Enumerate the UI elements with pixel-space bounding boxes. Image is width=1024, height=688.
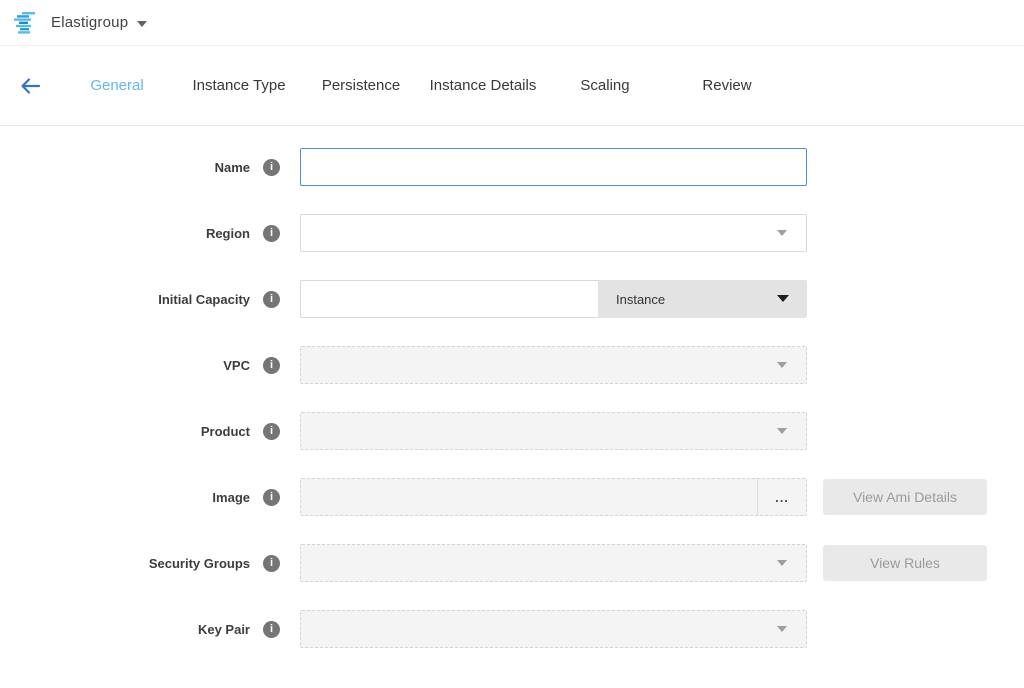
initial-capacity-input[interactable] (300, 280, 598, 318)
form-row-name: Name i (0, 148, 1024, 186)
chevron-down-icon (777, 428, 787, 434)
wizard-step-nav: General Instance Type Persistence Instan… (0, 46, 1024, 126)
product-select[interactable] (300, 412, 807, 450)
back-button[interactable] (16, 72, 44, 100)
initial-capacity-label: Initial Capacity (0, 292, 250, 307)
name-input[interactable] (300, 148, 807, 186)
security-groups-label: Security Groups (0, 556, 250, 571)
image-picker-value (301, 479, 757, 515)
product-label: Product (0, 424, 250, 439)
info-icon[interactable]: i (263, 423, 280, 440)
chevron-down-icon (777, 560, 787, 566)
form-row-product: Product i (0, 412, 1024, 450)
tab-instance-type[interactable]: Instance Type (178, 77, 300, 94)
info-icon[interactable]: i (263, 489, 280, 506)
chevron-down-icon (777, 362, 787, 368)
general-settings-form: Name i Region i Initial Capacity i Insta… (0, 126, 1024, 648)
form-row-region: Region i (0, 214, 1024, 252)
form-row-security-groups: Security Groups i View Rules (0, 544, 1024, 582)
top-bar: Elastigroup (0, 0, 1024, 46)
region-label: Region (0, 226, 250, 241)
tab-scaling[interactable]: Scaling (544, 77, 666, 94)
info-icon[interactable]: i (263, 357, 280, 374)
chevron-down-icon (137, 21, 147, 27)
arrow-left-icon (18, 74, 42, 98)
security-groups-select[interactable] (300, 544, 807, 582)
app-switcher-dropdown[interactable]: Elastigroup (51, 14, 147, 31)
info-icon[interactable]: i (263, 291, 280, 308)
tab-review[interactable]: Review (666, 77, 788, 94)
app-name: Elastigroup (51, 14, 128, 31)
capacity-unit-select[interactable]: Instance (598, 280, 807, 318)
chevron-down-icon (777, 626, 787, 632)
image-picker[interactable]: ... (300, 478, 807, 516)
image-browse-button[interactable]: ... (758, 479, 806, 515)
wizard-tabs: General Instance Type Persistence Instan… (56, 77, 788, 94)
info-icon[interactable]: i (263, 225, 280, 242)
tab-persistence[interactable]: Persistence (300, 77, 422, 94)
info-icon[interactable]: i (263, 621, 280, 638)
chevron-down-icon (777, 295, 789, 302)
tab-instance-details[interactable]: Instance Details (422, 77, 544, 94)
capacity-unit-value: Instance (616, 292, 665, 307)
form-row-image: Image i ... View Ami Details (0, 478, 1024, 516)
vpc-label: VPC (0, 358, 250, 373)
region-select[interactable] (300, 214, 807, 252)
elastigroup-logo-icon (13, 11, 39, 34)
form-row-vpc: VPC i (0, 346, 1024, 384)
form-row-initial-capacity: Initial Capacity i Instance (0, 280, 1024, 318)
info-icon[interactable]: i (263, 159, 280, 176)
view-ami-details-button[interactable]: View Ami Details (823, 479, 987, 515)
view-rules-button[interactable]: View Rules (823, 545, 987, 581)
form-row-key-pair: Key Pair i (0, 610, 1024, 648)
key-pair-label: Key Pair (0, 622, 250, 637)
key-pair-select[interactable] (300, 610, 807, 648)
info-icon[interactable]: i (263, 555, 280, 572)
chevron-down-icon (777, 230, 787, 236)
image-label: Image (0, 490, 250, 505)
name-label: Name (0, 160, 250, 175)
vpc-select[interactable] (300, 346, 807, 384)
tab-general[interactable]: General (56, 77, 178, 94)
